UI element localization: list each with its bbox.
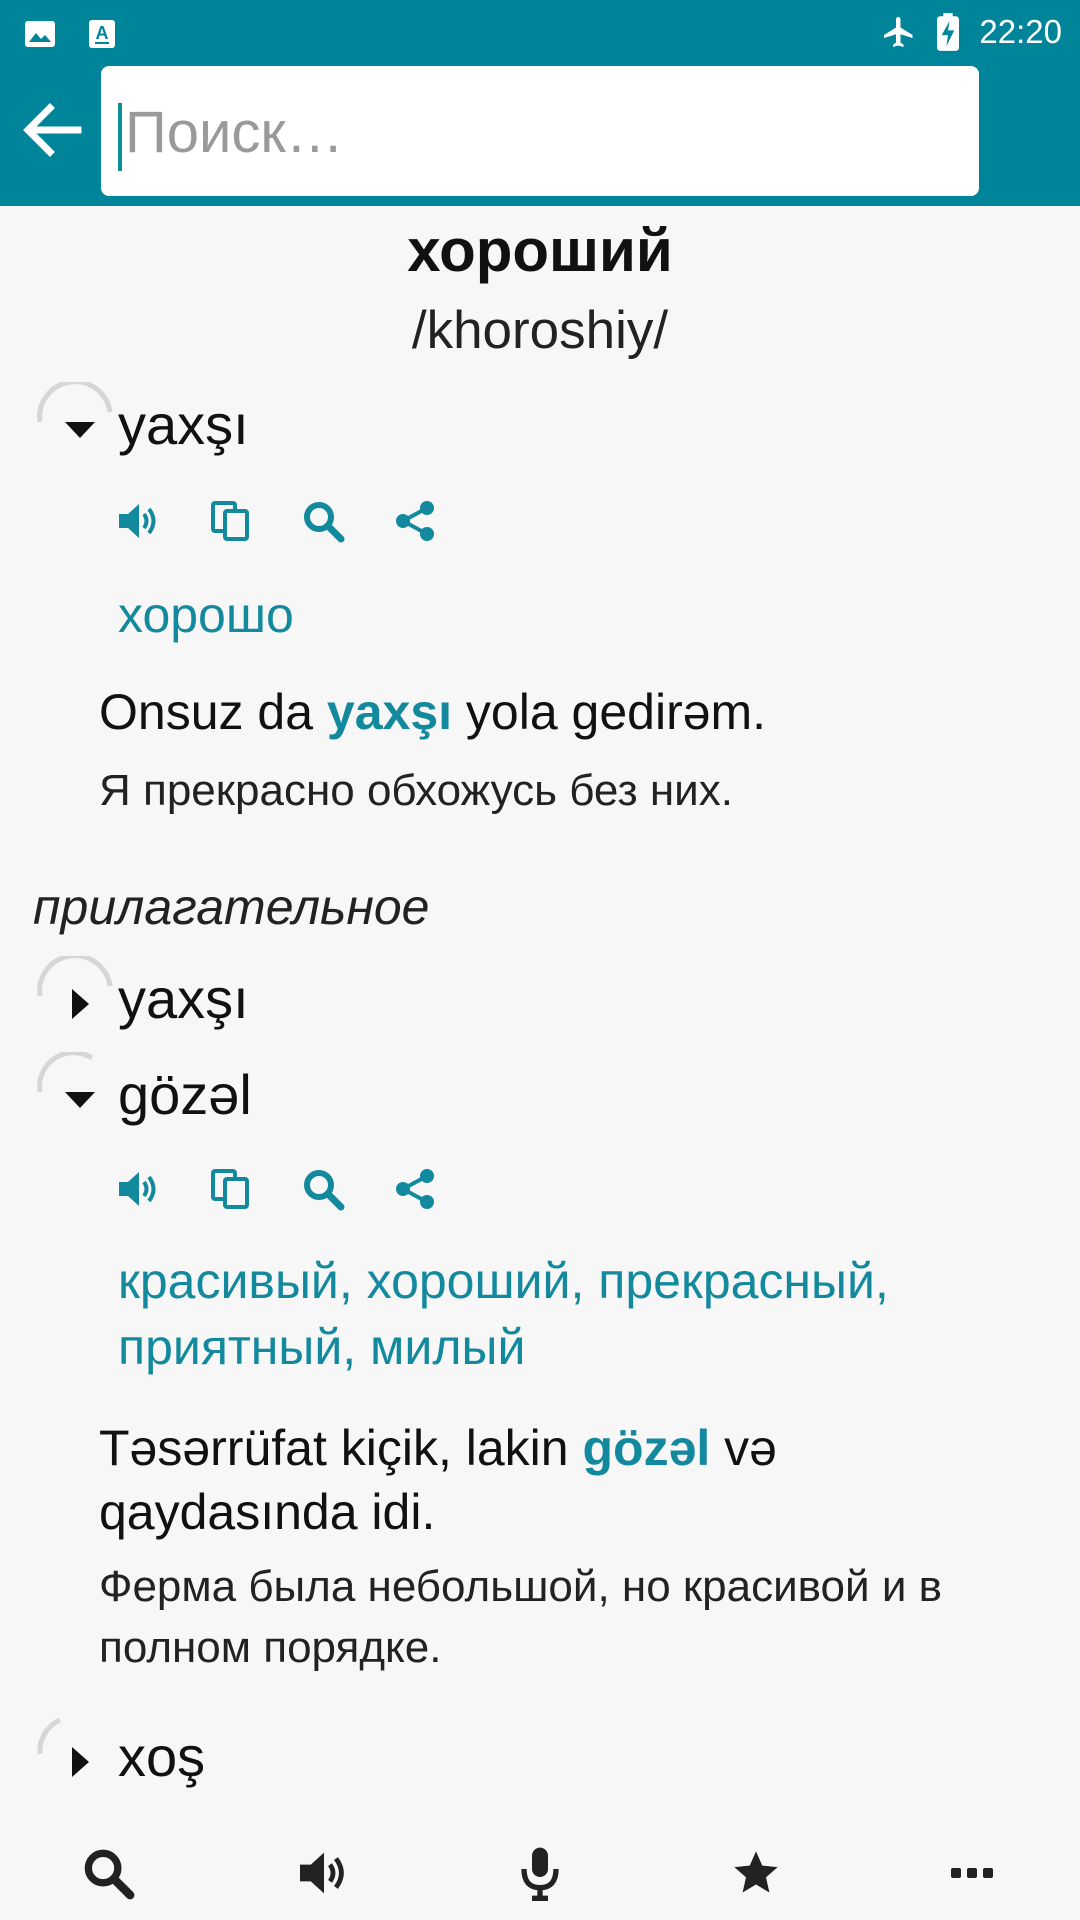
example-part: yola gedirəm.: [452, 684, 767, 740]
entry-title: хороший: [407, 217, 673, 284]
example-sentence: Təsərrüfat kiçik, lakin gözəl və qaydası…: [99, 1416, 999, 1544]
more-icon[interactable]: [864, 1826, 1080, 1920]
microphone-icon[interactable]: [432, 1826, 648, 1920]
example-translation: Я прекрасно обхожусь без них.: [99, 766, 733, 815]
search-icon[interactable]: [0, 1826, 216, 1920]
image-icon: [25, 21, 55, 47]
entry-word: yaxşı: [118, 393, 249, 456]
expand-right-icon[interactable]: [62, 1744, 98, 1780]
entry-word: gözəl: [118, 1063, 252, 1126]
bottom-nav: [0, 1826, 1080, 1920]
text-a-icon: A: [89, 20, 115, 48]
copy-icon[interactable]: [208, 498, 254, 544]
translation: красивый, хороший, прекрасный, приятный,…: [118, 1253, 889, 1375]
share-icon[interactable]: [392, 498, 438, 544]
back-arrow-icon[interactable]: [20, 100, 84, 160]
status-left: A: [24, 14, 116, 54]
battery-charging-icon: [937, 13, 960, 51]
airplane-icon: [884, 17, 913, 47]
search-input[interactable]: [123, 86, 957, 178]
search-icon[interactable]: [300, 1166, 346, 1212]
star-icon[interactable]: [648, 1826, 864, 1920]
text-caret: [118, 103, 122, 171]
example-highlight: yaxşı: [326, 684, 453, 740]
example-part: Onsuz da: [99, 684, 327, 740]
entry-item-gozel[interactable]: gözəl: [32, 1052, 432, 1134]
part-of-speech: прилагательное: [33, 879, 430, 935]
entry-item-yaxsi-1[interactable]: yaxşı: [32, 382, 432, 464]
speaker-icon[interactable]: [216, 1826, 432, 1920]
example-highlight: gözəl: [582, 1420, 711, 1476]
transliteration: /khoroshiy/: [411, 301, 669, 360]
share-icon[interactable]: [392, 1166, 438, 1212]
entry-word: yaxşı: [118, 967, 249, 1030]
example-sentence: Onsuz da yaxşı yola gedirəm.: [99, 680, 999, 744]
translation: хорошо: [118, 587, 294, 643]
entry-content: хороший /khoroshiy/ yaxşı хорошо Onsuz d…: [0, 206, 1080, 1826]
entry-item-xos[interactable]: xoş: [32, 1716, 432, 1796]
example-translation: Ферма была небольшой, но красивой и в по…: [99, 1562, 943, 1672]
search-icon[interactable]: [300, 498, 346, 544]
example-part: Təsərrüfat kiçik, lakin: [99, 1420, 583, 1476]
speaker-icon[interactable]: [116, 498, 162, 544]
expand-down-icon[interactable]: [62, 412, 98, 448]
svg-text:A: A: [96, 23, 109, 43]
app-bar: A 22:20: [0, 0, 1080, 206]
entry-word: xoş: [118, 1725, 206, 1788]
search-box[interactable]: [101, 66, 979, 196]
speaker-icon[interactable]: [116, 1166, 162, 1212]
entry-actions: [116, 1164, 438, 1214]
expand-right-icon[interactable]: [62, 986, 98, 1022]
copy-icon[interactable]: [208, 1166, 254, 1212]
entry-actions: [116, 496, 438, 546]
clock: 22:20: [979, 13, 1062, 50]
status-right: 22:20: [881, 8, 1062, 56]
expand-down-icon[interactable]: [62, 1082, 98, 1118]
entry-item-yaxsi-2[interactable]: yaxşı: [32, 956, 432, 1038]
